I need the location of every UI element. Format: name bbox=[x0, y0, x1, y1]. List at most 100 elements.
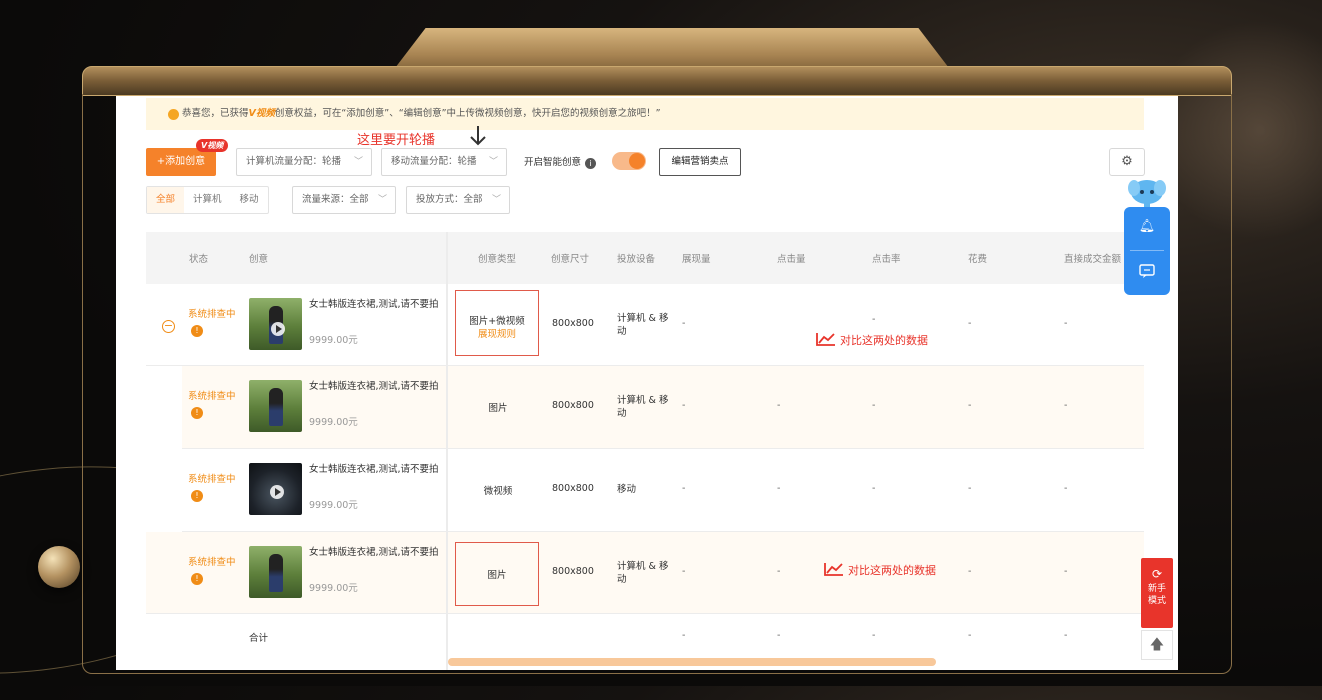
status-text: 系统排查中! bbox=[188, 557, 236, 585]
warning-icon bbox=[168, 109, 179, 120]
add-creative-button[interactable]: +添加创意 bbox=[146, 148, 216, 176]
creative-size: 800x800 bbox=[552, 318, 594, 329]
total-impressions: - bbox=[682, 630, 686, 641]
play-icon bbox=[270, 485, 284, 499]
creative-name: 女士韩版连衣裙,测试,请不要拍 bbox=[309, 547, 439, 558]
total-ctr: - bbox=[872, 630, 876, 641]
creative-device: 计算机 & 移动 bbox=[617, 395, 669, 419]
info-icon: i bbox=[585, 158, 597, 169]
pc-traffic-select[interactable]: 计算机流量分配：轮播 ﹀ bbox=[236, 148, 372, 176]
chevron-down-icon: ﹀ bbox=[491, 195, 501, 205]
clicks-value: - bbox=[777, 400, 781, 411]
status-text: 系统排查中! bbox=[188, 309, 236, 337]
th-ctr: 点击率 bbox=[872, 254, 901, 265]
play-icon bbox=[271, 322, 285, 336]
info-icon: ! bbox=[191, 573, 203, 585]
th-size: 创意尺寸 bbox=[551, 254, 590, 265]
creative-name: 女士韩版连衣裙,测试,请不要拍 bbox=[309, 381, 439, 392]
bell-icon[interactable]: 🔔︎ bbox=[1138, 219, 1156, 237]
impressions-value: - bbox=[682, 400, 686, 411]
divider bbox=[1130, 250, 1164, 251]
trend-chart-icon bbox=[816, 333, 835, 346]
total-clicks: - bbox=[777, 630, 781, 641]
toggle-knob bbox=[629, 153, 645, 169]
annotation-compare: 对比这两处的数据 bbox=[824, 562, 936, 578]
filter-pc[interactable]: 计算机 bbox=[184, 187, 231, 213]
creative-device: 移动 bbox=[617, 484, 637, 495]
smart-creative-label: 开启智能创意 i bbox=[524, 154, 597, 169]
total-gmv: - bbox=[1064, 630, 1068, 641]
creative-size: 800x800 bbox=[552, 566, 594, 577]
annotation-compare: 对比这两处的数据 bbox=[816, 332, 928, 348]
frame-header-bar bbox=[82, 66, 1232, 96]
filter-mobile[interactable]: 移动 bbox=[231, 187, 268, 213]
column-divider bbox=[446, 232, 448, 670]
creative-type: 图片 bbox=[488, 403, 508, 414]
v-video-badge: V视频 bbox=[196, 139, 229, 152]
gmv-value: - bbox=[1064, 566, 1068, 577]
delivery-select[interactable]: 投放方式：全部 ﹀ bbox=[406, 186, 510, 214]
edit-selling-points-button[interactable]: 编辑营销卖点 bbox=[659, 148, 741, 176]
collapse-icon[interactable]: − bbox=[162, 320, 175, 333]
trend-chart-icon bbox=[824, 563, 843, 576]
creative-type-highlight: 图片+微视频 展现规则 bbox=[455, 290, 539, 356]
back-to-top-button[interactable]: 🡅 bbox=[1141, 630, 1173, 660]
horizontal-scrollbar[interactable] bbox=[448, 658, 936, 666]
ctr-value: - bbox=[872, 400, 876, 411]
th-device: 投放设备 bbox=[617, 254, 656, 265]
device-filter: 全部 计算机 移动 bbox=[146, 186, 269, 214]
cost-value: - bbox=[968, 483, 972, 494]
creative-size: 800x800 bbox=[552, 400, 594, 411]
impressions-value: - bbox=[682, 566, 686, 577]
creative-price: 9999.00元 bbox=[309, 335, 358, 346]
message-icon[interactable] bbox=[1138, 262, 1156, 280]
creative-device: 计算机 & 移动 bbox=[617, 313, 669, 337]
chevron-down-icon: ﹀ bbox=[353, 157, 363, 167]
clicks-value: - bbox=[777, 483, 781, 494]
table-row[interactable]: 系统排查中! 女士韩版连衣裙,测试,请不要拍 9999.00元 微视频 800x… bbox=[182, 449, 1144, 532]
smart-creative-toggle[interactable] bbox=[612, 152, 646, 170]
table-row[interactable]: − 系统排查中! 女士韩版连衣裙,测试,请不要拍 9999.00元 图片+微视频… bbox=[146, 284, 1144, 366]
notice-banner: 恭喜您，已获得V视频创意权益，可在“添加创意”、“编辑创意”中上传微视频创意，快… bbox=[146, 98, 1144, 130]
total-row: 合计 - - - - - bbox=[146, 614, 1144, 662]
creative-name: 女士韩版连衣裙,测试,请不要拍 bbox=[309, 299, 439, 310]
chevron-down-icon: ﹀ bbox=[488, 157, 498, 167]
creative-price: 9999.00元 bbox=[309, 583, 358, 594]
creative-type: 图片 bbox=[487, 570, 507, 581]
creative-type: 图片+微视频 bbox=[469, 316, 525, 327]
newbie-mode-button[interactable]: ⟳ 新手 模式 bbox=[1141, 558, 1173, 628]
creative-thumbnail bbox=[249, 546, 302, 598]
creative-panel: 恭喜您，已获得V视频创意权益，可在“添加创意”、“编辑创意”中上传微视频创意，快… bbox=[116, 96, 1178, 670]
gear-icon[interactable]: ⚙ bbox=[1109, 148, 1145, 176]
arrow-down-icon bbox=[470, 126, 486, 146]
notice-text: 恭喜您，已获得V视频创意权益，可在“添加创意”、“编辑创意”中上传微视频创意，快… bbox=[182, 108, 661, 119]
gmv-value: - bbox=[1064, 318, 1068, 329]
filter-all[interactable]: 全部 bbox=[147, 187, 185, 213]
info-icon: ! bbox=[191, 407, 203, 419]
decorative-gold-ball bbox=[38, 546, 80, 588]
th-clicks: 点击量 bbox=[777, 254, 806, 265]
impressions-value: - bbox=[682, 318, 686, 329]
notice-brand: V视频 bbox=[248, 108, 275, 119]
status-text: 系统排查中! bbox=[188, 391, 236, 419]
table-row[interactable]: 系统排查中! 女士韩版连衣裙,测试,请不要拍 9999.00元 图片 800x8… bbox=[182, 366, 1144, 449]
creative-name: 女士韩版连衣裙,测试,请不要拍 bbox=[309, 464, 439, 475]
display-rules-link[interactable]: 展现规则 bbox=[456, 326, 538, 340]
creative-thumbnail bbox=[249, 298, 302, 350]
creative-price: 9999.00元 bbox=[309, 417, 358, 428]
source-select[interactable]: 流量来源：全部 ﹀ bbox=[292, 186, 396, 214]
floating-service-panel: 🔔︎ bbox=[1124, 207, 1170, 295]
total-label: 合计 bbox=[249, 633, 269, 644]
gmv-value: - bbox=[1064, 400, 1068, 411]
th-status: 状态 bbox=[189, 254, 209, 265]
info-icon: ! bbox=[191, 490, 203, 502]
th-creative: 创意 bbox=[249, 254, 269, 265]
creative-type-highlight: 图片 bbox=[455, 542, 539, 606]
cost-value: - bbox=[968, 566, 972, 577]
th-impressions: 展现量 bbox=[682, 254, 711, 265]
table-row[interactable]: 系统排查中! 女士韩版连衣裙,测试,请不要拍 9999.00元 图片 800x8… bbox=[146, 532, 1144, 614]
creative-device: 计算机 & 移动 bbox=[617, 561, 669, 585]
newbie-label-1: 新手 bbox=[1147, 584, 1166, 594]
mobile-traffic-select[interactable]: 移动流量分配：轮播 ﹀ bbox=[381, 148, 507, 176]
total-cost: - bbox=[968, 630, 972, 641]
